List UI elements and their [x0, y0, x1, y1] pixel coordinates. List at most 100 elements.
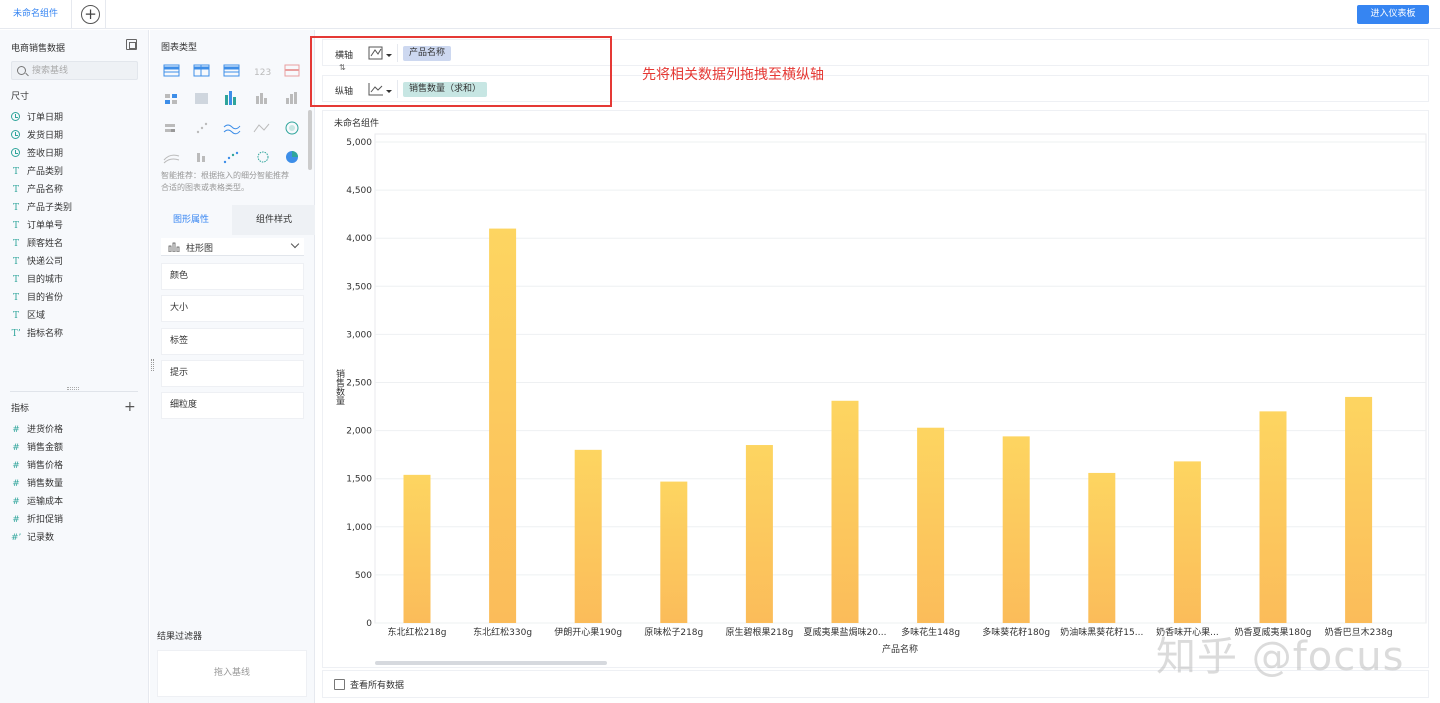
field-item[interactable]: # 销售价格	[11, 457, 141, 475]
dimension-section-label: 尺寸	[11, 92, 30, 102]
bar	[1002, 436, 1030, 623]
switch-dataset-icon[interactable]	[126, 39, 137, 50]
property-size[interactable]: 大小	[161, 295, 304, 322]
number-calc-icon: #ʼ	[11, 533, 22, 543]
field-label: 订单单号	[27, 221, 64, 231]
tab-untitled-widget[interactable]: 未命名组件	[0, 0, 73, 29]
search-input[interactable]	[32, 64, 132, 78]
enter-dashboard-button[interactable]: 进入仪表板	[1357, 5, 1429, 24]
field-item[interactable]: 订单日期	[11, 109, 141, 127]
field-item[interactable]: Tʼ 指标名称	[11, 325, 141, 343]
field-item[interactable]: # 销售金额	[11, 439, 141, 457]
field-item[interactable]: T 订单单号	[11, 217, 141, 235]
clock-icon	[11, 148, 20, 157]
metric-list: # 进货价格 # 销售金额 # 销售价格 # 销售数量 # 运输成本 # 折扣促销 #ʼ 记录数	[11, 421, 141, 547]
field-item[interactable]: # 进货价格	[11, 421, 141, 439]
bar	[574, 449, 602, 623]
column-icon[interactable]	[286, 92, 297, 104]
y-tick-label: 0	[366, 619, 372, 629]
field-label: 签收日期	[27, 149, 64, 159]
splitter-grip-icon[interactable]	[67, 387, 79, 390]
add-tab-icon[interactable]: +	[81, 5, 100, 24]
show-all-data-checkbox[interactable]	[334, 679, 345, 690]
chart-type-hint: 智能推荐：根据拖入的细分智能推荐合适的图表或表格类型。	[161, 171, 289, 192]
panel-resize-handle[interactable]	[151, 359, 154, 371]
annotation-text: 先将相关数据列拖拽至横纵轴	[642, 67, 824, 83]
field-label: 产品子类别	[27, 203, 73, 213]
bar	[917, 427, 945, 623]
bar-icon[interactable]	[256, 93, 267, 104]
cross-table-icon[interactable]	[223, 64, 240, 77]
field-item[interactable]: 签收日期	[11, 145, 141, 163]
bubble-icon[interactable]	[257, 151, 269, 163]
kpi-icon[interactable]: 123	[254, 68, 271, 78]
property-label[interactable]: 标签	[161, 328, 304, 355]
field-item[interactable]: # 运输成本	[11, 493, 141, 511]
y-tick-label: 4,500	[346, 186, 372, 196]
heat-table-icon[interactable]	[165, 94, 177, 104]
field-label: 发货日期	[27, 131, 64, 141]
chart-type-select[interactable]: 柱形图	[161, 238, 304, 256]
multi-bar-icon[interactable]	[225, 91, 236, 105]
text-type-icon: T	[12, 185, 19, 195]
scatter-icon[interactable]	[223, 151, 239, 164]
field-item[interactable]: T 目的省份	[11, 289, 141, 307]
field-item[interactable]: T 快递公司	[11, 253, 141, 271]
stack-bar-icon[interactable]	[165, 124, 175, 132]
text-type-icon: T	[12, 167, 19, 177]
line-icon[interactable]	[223, 124, 241, 135]
x-tick-label: 原生碧根果218g	[725, 626, 793, 638]
number-type-icon: #	[12, 461, 20, 471]
scatter-small-icon[interactable]	[196, 122, 208, 134]
field-item[interactable]: # 折扣促销	[11, 511, 141, 529]
filter-drop-zone[interactable]: 拖入基线	[157, 650, 307, 697]
field-item[interactable]: T 顾客姓名	[11, 235, 141, 253]
matrix-icon[interactable]	[195, 93, 208, 104]
field-item[interactable]: T 产品类别	[11, 163, 141, 181]
bar-chart: 0 500 1,000 1,500 2,000 2,500 3,000 3,500 4,000 4…	[334, 133, 1427, 665]
add-metric-icon[interactable]: +	[124, 399, 136, 415]
group-table-icon[interactable]	[193, 64, 210, 77]
field-item[interactable]: 发货日期	[11, 127, 141, 145]
chart-type-scrollbar[interactable]	[308, 110, 312, 170]
field-item[interactable]: # 销售数量	[11, 475, 141, 493]
field-label: 顾客姓名	[27, 239, 64, 249]
text-calc-icon: Tʼ	[11, 329, 21, 339]
column-chart-icon	[168, 242, 180, 252]
tab-component-style[interactable]: 组件样式	[233, 205, 315, 235]
field-search[interactable]	[11, 61, 138, 80]
pie-icon[interactable]	[286, 151, 298, 163]
x-tick-label: 伊朗开心果190g	[554, 626, 622, 638]
field-item[interactable]: T 区域	[11, 307, 141, 325]
config-panel: 图表类型 123 智能推荐：根据拖入的细分智能推荐合适的图表或表格类型。 图形属…	[150, 30, 315, 703]
tab-graphic-properties[interactable]: 图形属性	[150, 205, 232, 235]
field-label: 产品名称	[27, 185, 64, 195]
table-icon[interactable]	[163, 64, 180, 77]
property-granularity[interactable]: 细粒度	[161, 392, 304, 419]
dataset-title: 电商销售数据	[11, 44, 66, 54]
y-tick-label: 1,000	[346, 523, 372, 533]
stream-icon[interactable]	[163, 154, 180, 164]
text-type-icon: T	[12, 239, 19, 249]
data-panel: 电商销售数据 尺寸 订单日期发货日期签收日期T产品类别T产品名称T产品子类别T订…	[0, 30, 149, 703]
property-tooltip[interactable]: 提示	[161, 360, 304, 387]
x-axis-title: 产品名称	[882, 643, 918, 655]
field-item[interactable]: T 目的城市	[11, 271, 141, 289]
search-icon	[17, 66, 26, 75]
field-label: 销售金额	[27, 443, 64, 453]
radar-icon[interactable]	[285, 121, 299, 135]
show-all-data-label: 查看所有数据	[350, 681, 405, 691]
axis-highlight-box	[310, 36, 612, 107]
area-line-icon[interactable]	[253, 123, 270, 133]
detail-table-icon[interactable]	[284, 64, 300, 77]
field-item[interactable]: T 产品子类别	[11, 199, 141, 217]
property-color[interactable]: 颜色	[161, 263, 304, 290]
bar	[745, 445, 773, 623]
boxplot-icon[interactable]	[197, 153, 205, 162]
field-item[interactable]: #ʼ 记录数	[11, 529, 141, 547]
field-item[interactable]: T 产品名称	[11, 181, 141, 199]
panel-splitter[interactable]	[10, 391, 138, 392]
y-tick-label: 500	[355, 571, 372, 581]
field-label: 记录数	[27, 533, 55, 543]
field-label: 目的城市	[27, 275, 64, 285]
